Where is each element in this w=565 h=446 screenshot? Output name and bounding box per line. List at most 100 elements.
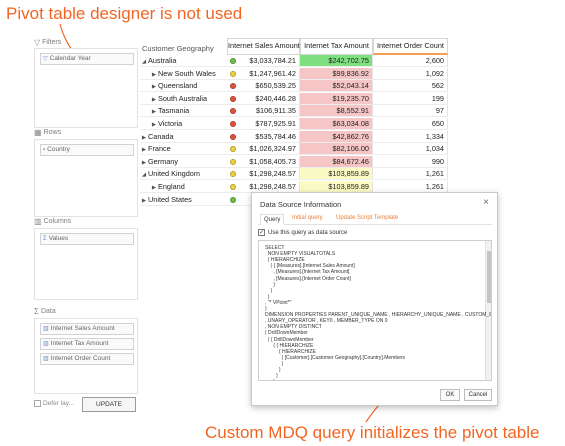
query-line: } <box>265 379 275 380</box>
cell-internet-order-count[interactable]: 562 <box>373 80 448 93</box>
tab-query[interactable]: Query <box>260 214 285 225</box>
query-scrollbar[interactable] <box>485 241 491 380</box>
query-line: ( DrillDownMember <box>265 330 308 337</box>
update-button[interactable]: UPDATE <box>82 397 136 412</box>
filter-chip-calendar-year[interactable]: ▽ Calendar Year <box>40 53 134 65</box>
query-line: , NON EMPTY DISTINCT <box>265 324 322 331</box>
cell-internet-sales-amount[interactable]: $106,911.35 <box>239 105 300 118</box>
query-textarea[interactable]: SELECT NON EMPTY VISUALTOTALS ( HIERARCH… <box>258 240 492 381</box>
row-member[interactable]: ▶ England <box>140 181 227 193</box>
expand-icon[interactable]: ▶ <box>150 106 158 118</box>
status-dot-icon <box>230 83 236 90</box>
cell-internet-order-count[interactable]: 990 <box>373 155 448 168</box>
cell-internet-sales-amount[interactable]: $240,446.28 <box>239 92 300 105</box>
data-chip-internet-sales-amount[interactable]: ▥ Internet Sales Amount <box>40 323 134 335</box>
row-member[interactable]: ▶ Canada <box>140 131 227 143</box>
cell-internet-tax-amount[interactable]: $52,043.14 <box>300 80 373 93</box>
kpi-indicator-cell <box>227 80 239 93</box>
scrollbar-thumb[interactable] <box>487 251 491 303</box>
cell-internet-sales-amount[interactable]: $650,539.25 <box>239 80 300 93</box>
data-source-information-dialog: Data Source Information × Query Initial … <box>251 192 498 406</box>
collapse-icon[interactable]: ◢ <box>140 169 148 181</box>
expand-icon[interactable]: ▶ <box>150 69 158 81</box>
cell-internet-order-count[interactable]: 650 <box>373 118 448 130</box>
cell-internet-tax-amount[interactable]: $82,106.00 <box>300 143 373 156</box>
cell-internet-order-count[interactable]: 1,034 <box>373 143 448 156</box>
expand-icon[interactable]: ▶ <box>150 182 158 194</box>
expand-icon[interactable]: ▶ <box>150 94 158 106</box>
cell-internet-tax-amount[interactable]: $8,552.91 <box>300 105 373 118</box>
kpi-indicator-cell <box>227 118 239 130</box>
cell-internet-sales-amount[interactable]: $535,784.46 <box>239 130 300 143</box>
cell-internet-sales-amount[interactable]: $787,925.91 <box>239 118 300 130</box>
ok-button[interactable]: OK <box>440 389 460 401</box>
cell-internet-order-count[interactable]: 1,334 <box>373 130 448 143</box>
row-member-label: Canada <box>148 131 174 141</box>
query-line: DIMENSION PROPERTIES PARENT_UNIQUE_NAME … <box>265 312 492 319</box>
collapse-icon[interactable]: ◢ <box>140 56 148 68</box>
data-label: Data <box>40 308 56 315</box>
query-line: ( HIERARCHIZE <box>265 257 305 264</box>
cell-internet-order-count[interactable]: 2,600 <box>373 55 448 67</box>
cell-internet-tax-amount[interactable]: $42,862.76 <box>300 130 373 143</box>
kpi-indicator-cell <box>227 168 239 181</box>
column-chip-values[interactable]: Σ Values <box>40 233 134 245</box>
close-icon[interactable]: × <box>483 197 489 208</box>
row-member-label: Queensland <box>158 81 198 91</box>
row-member[interactable]: ▶ United States <box>140 194 227 206</box>
row-member[interactable]: ▶ France <box>140 143 227 156</box>
cell-internet-tax-amount[interactable]: $242,702.75 <box>300 55 373 67</box>
row-member[interactable]: ▶ Victoria <box>140 118 227 130</box>
data-area[interactable]: ▥ Internet Sales Amount ▥ Internet Tax Amo… <box>34 318 138 394</box>
measure-icon: ▥ <box>43 341 49 347</box>
row-member[interactable]: ▶ Tasmania <box>140 105 227 118</box>
cell-internet-tax-amount[interactable]: $103,859.89 <box>300 168 373 181</box>
cell-internet-sales-amount[interactable]: $3,033,784.21 <box>239 55 300 67</box>
cell-internet-sales-amount[interactable]: $1,026,324.97 <box>239 143 300 156</box>
column-header-internet-order-count[interactable]: Internet Order Count <box>373 38 448 55</box>
row-member[interactable]: ▶ South Australia <box>140 93 227 105</box>
cell-internet-sales-amount[interactable]: $1,247,961.42 <box>239 67 300 80</box>
cell-internet-sales-amount[interactable]: $1,298,248.57 <box>239 168 300 181</box>
checkbox-icon <box>34 400 41 407</box>
filters-area[interactable]: ▽ Calendar Year <box>34 48 138 128</box>
row-member[interactable]: ▶ New South Wales <box>140 68 227 80</box>
row-header-customer-geography[interactable]: Customer Geography <box>142 44 214 53</box>
expand-icon[interactable]: ▶ <box>140 195 148 207</box>
cell-internet-tax-amount[interactable]: $19,235.70 <box>300 92 373 105</box>
expand-icon[interactable]: ▶ <box>140 144 148 156</box>
expand-icon[interactable]: ▶ <box>150 81 158 93</box>
column-header-internet-sales-amount[interactable]: Internet Sales Amount <box>227 38 300 55</box>
tab-update-script-template[interactable]: Update Script Template <box>336 215 398 221</box>
use-query-checkbox[interactable]: ✓ Use this query as data source <box>258 229 347 236</box>
expand-icon[interactable]: ▶ <box>150 119 158 131</box>
cell-internet-tax-amount[interactable]: $99,836.92 <box>300 67 373 80</box>
row-member[interactable]: ◢ United Kingdom <box>140 168 227 181</box>
filters-header: ▽ Filters <box>34 38 61 47</box>
rows-area[interactable]: ▪ Country <box>34 139 138 217</box>
cell-internet-tax-amount[interactable]: $63,034.08 <box>300 118 373 130</box>
row-member-label: New South Wales <box>158 68 216 78</box>
measure-icon: ▥ <box>43 356 49 362</box>
cell-internet-order-count[interactable]: 1,261 <box>373 168 448 181</box>
cell-internet-tax-amount[interactable]: $84,672.46 <box>300 155 373 168</box>
query-line: ( { [Measures].[Internet Sales Amount] <box>265 263 355 270</box>
data-chip-internet-order-count[interactable]: ▥ Internet Order Count <box>40 353 134 365</box>
cell-internet-order-count[interactable]: 1,092 <box>373 67 448 80</box>
cell-internet-order-count[interactable]: 97 <box>373 105 448 118</box>
cell-internet-sales-amount[interactable]: $1,058,405.73 <box>239 155 300 168</box>
column-header-internet-tax-amount[interactable]: Internet Tax Amount <box>300 38 373 55</box>
row-member[interactable]: ◢ Australia <box>140 55 227 67</box>
tab-initial-query[interactable]: Initial query <box>292 215 323 221</box>
query-line: , [Measures].[Internet Tax Amount] <box>265 269 350 276</box>
expand-icon[interactable]: ▶ <box>140 157 148 169</box>
data-chip-internet-tax-amount[interactable]: ▥ Internet Tax Amount <box>40 338 134 350</box>
row-member[interactable]: ▶ Queensland <box>140 80 227 93</box>
columns-area[interactable]: Σ Values <box>34 228 138 300</box>
expand-icon[interactable]: ▶ <box>140 132 148 144</box>
row-chip-country[interactable]: ▪ Country <box>40 144 134 156</box>
cell-internet-order-count[interactable]: 199 <box>373 92 448 105</box>
defer-layout-checkbox[interactable]: Defer lay... <box>34 400 74 407</box>
row-member[interactable]: ▶ Germany <box>140 156 227 168</box>
cancel-button[interactable]: Cancel <box>464 389 492 401</box>
